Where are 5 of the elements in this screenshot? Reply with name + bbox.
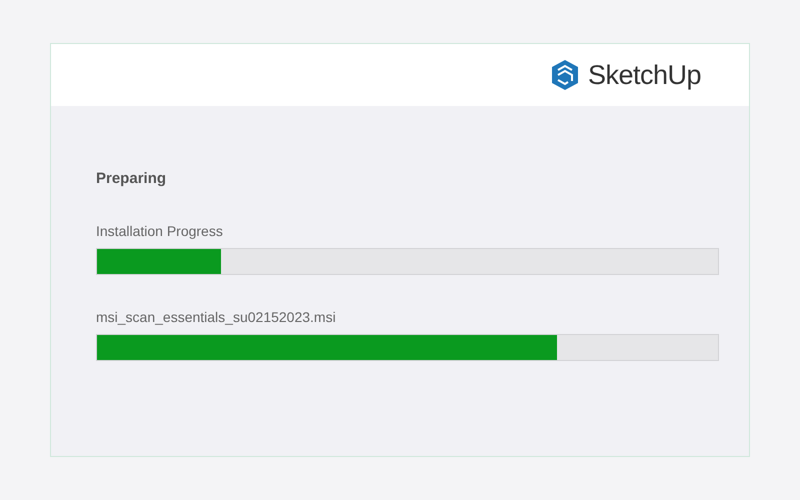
progress-label: Installation Progress bbox=[96, 222, 224, 241]
status-heading: Preparing bbox=[96, 169, 168, 189]
progress-label: msi_scan_essentials_su02152023.msi bbox=[96, 308, 337, 327]
logo-text: SketchUp bbox=[588, 58, 701, 92]
logo-icon bbox=[550, 59, 580, 91]
